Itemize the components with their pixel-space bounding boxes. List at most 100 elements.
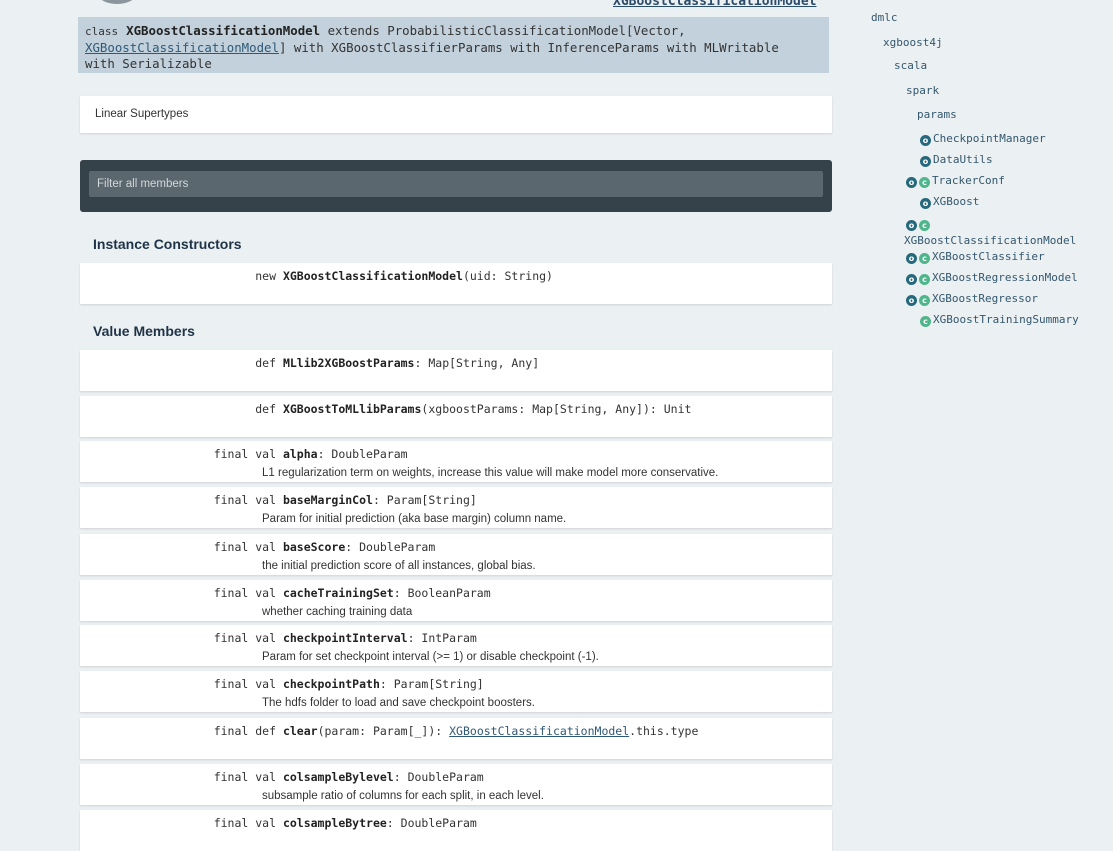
member-name[interactable]: checkpointPath bbox=[283, 677, 380, 691]
sidebar-entry[interactable]: o c TrackerConf bbox=[906, 174, 1005, 188]
member-name[interactable]: XGBoostClassificationModel bbox=[283, 269, 463, 283]
sidebar-entry[interactable]: c XGBoostTrainingSummary bbox=[920, 313, 1079, 327]
object-badge-icon[interactable]: o bbox=[920, 198, 931, 209]
member-type-link[interactable]: XGBoostClassificationModel bbox=[449, 724, 629, 738]
sidebar-entry-label[interactable]: CheckpointManager bbox=[933, 132, 1046, 145]
signature-serializable: with Serializable bbox=[85, 56, 212, 71]
class-badge-icon[interactable]: c bbox=[919, 220, 930, 231]
instance-constructors-heading: Instance Constructors bbox=[93, 236, 242, 252]
member-name[interactable]: cacheTrainingSet bbox=[283, 586, 394, 600]
member-card[interactable]: final val colsampleBytree: DoubleParam bbox=[80, 810, 832, 851]
member-modifiers: final val bbox=[213, 447, 276, 461]
sidebar-package-scala[interactable]: scala bbox=[894, 59, 927, 72]
member-modifiers: final val bbox=[213, 493, 276, 507]
header-logo bbox=[96, 0, 138, 4]
member-name[interactable]: checkpointInterval bbox=[283, 631, 408, 645]
member-name[interactable]: baseScore bbox=[283, 540, 345, 554]
page-title-link[interactable]: XGBoostClassificationModel bbox=[613, 0, 817, 9]
member-signature: final val colsampleBylevel: DoubleParam bbox=[100, 770, 484, 784]
sidebar-entry-label[interactable]: XGBoostClassifier bbox=[932, 250, 1045, 263]
member-card[interactable]: final val cacheTrainingSet: BooleanParam… bbox=[80, 580, 832, 621]
member-card[interactable]: final val checkpointPath: Param[String] T… bbox=[80, 671, 832, 712]
member-description: Param for initial prediction (aka base m… bbox=[262, 513, 567, 525]
sidebar-entry-label[interactable]: XGBoostRegressor bbox=[932, 292, 1038, 305]
sidebar-package-spark[interactable]: spark bbox=[906, 84, 939, 97]
sidebar-entry-label[interactable]: TrackerConf bbox=[932, 174, 1005, 187]
member-name[interactable]: MLlib2XGBoostParams bbox=[283, 356, 415, 370]
member-name[interactable]: colsampleBytree bbox=[283, 816, 387, 830]
sidebar-package-dmlc[interactable]: dmlc bbox=[871, 11, 898, 24]
member-type-signature: : IntParam bbox=[407, 631, 477, 645]
constructor-card[interactable]: new XGBoostClassificationModel(uid: Stri… bbox=[80, 263, 832, 304]
member-type-signature: : DoubleParam bbox=[345, 540, 436, 554]
member-signature: final val baseMarginCol: Param[String] bbox=[100, 493, 477, 507]
member-card[interactable]: final val alpha: DoubleParam L1 regulariz… bbox=[80, 441, 832, 482]
sidebar-entry[interactable]: o XGBoost bbox=[920, 195, 979, 209]
class-badge-icon[interactable]: c bbox=[919, 274, 930, 285]
member-description: The hdfs folder to load and save checkpo… bbox=[262, 697, 535, 709]
member-card[interactable]: def MLlib2XGBoostParams: Map[String, Any… bbox=[80, 350, 832, 391]
member-signature: new XGBoostClassificationModel(uid: Stri… bbox=[100, 269, 553, 283]
member-signature-params: (param: Param[_]): bbox=[317, 724, 450, 738]
value-members-heading: Value Members bbox=[93, 323, 195, 339]
member-card[interactable]: final val baseMarginCol: Param[String] Pa… bbox=[80, 487, 832, 528]
member-type-signature: : BooleanParam bbox=[393, 586, 491, 600]
member-card[interactable]: def XGBoostToMLlibParams(xgboostParams: … bbox=[80, 396, 832, 437]
object-badge-icon[interactable]: o bbox=[906, 274, 917, 285]
object-badge-icon[interactable]: o bbox=[906, 220, 917, 231]
member-signature: final val baseScore: DoubleParam bbox=[100, 540, 436, 554]
object-badge-icon[interactable]: o bbox=[906, 177, 917, 188]
signature-mixins: ] with XGBoostClassifierParams with Infe… bbox=[278, 40, 779, 55]
member-card[interactable]: final val checkpointInterval: IntParam Pa… bbox=[80, 625, 832, 666]
member-description: subsample ratio of columns for each spli… bbox=[262, 790, 544, 802]
linear-supertypes-toggle[interactable]: Linear Supertypes bbox=[80, 96, 832, 133]
sidebar-entry-label[interactable]: DataUtils bbox=[933, 153, 993, 166]
member-card[interactable]: final val colsampleBylevel: DoubleParam s… bbox=[80, 764, 832, 805]
class-badge-icon[interactable]: c bbox=[919, 177, 930, 188]
member-description: the initial prediction score of all inst… bbox=[262, 560, 536, 572]
sidebar-entry[interactable]: o c XGBoostRegressor bbox=[906, 292, 1038, 306]
member-name[interactable]: baseMarginCol bbox=[283, 493, 373, 507]
sidebar-package-params[interactable]: params bbox=[917, 108, 957, 121]
sidebar-entry[interactable]: o c XGBoostRegressionModel bbox=[906, 271, 1078, 285]
member-modifiers: final val bbox=[213, 770, 276, 784]
sidebar-entry[interactable]: o c XGBoostClassificationModel bbox=[904, 217, 1076, 247]
sidebar-entry[interactable]: o DataUtils bbox=[920, 153, 993, 167]
sidebar-entry-label[interactable]: XGBoostTrainingSummary bbox=[933, 313, 1079, 326]
object-badge-icon[interactable]: o bbox=[920, 135, 931, 146]
member-name[interactable]: XGBoostToMLlibParams bbox=[283, 402, 421, 416]
sidebar-entry[interactable]: o c XGBoostClassifier bbox=[906, 250, 1045, 264]
member-signature: def MLlib2XGBoostParams: Map[String, Any… bbox=[100, 356, 539, 370]
member-type-signature: : Param[String] bbox=[379, 677, 484, 691]
sidebar-entry-label[interactable]: XGBoostRegressionModel bbox=[932, 271, 1078, 284]
sidebar-entry-label[interactable]: XGBoostClassificationModel bbox=[904, 234, 1076, 247]
member-card[interactable]: final val baseScore: DoubleParam the init… bbox=[80, 534, 832, 575]
sidebar-entry-label[interactable]: XGBoost bbox=[933, 195, 979, 208]
member-name[interactable]: colsampleBylevel bbox=[283, 770, 394, 784]
object-badge-icon[interactable]: o bbox=[920, 156, 931, 167]
member-signature: final def clear(param: Param[_]): XGBoos… bbox=[100, 724, 699, 738]
filter-members-input[interactable] bbox=[89, 171, 823, 197]
class-badge-icon[interactable]: c bbox=[919, 295, 930, 306]
sidebar-entry[interactable]: o CheckpointManager bbox=[920, 132, 1046, 146]
member-description: L1 regularization term on weights, incre… bbox=[262, 467, 719, 479]
member-name[interactable]: alpha bbox=[283, 447, 318, 461]
member-description: whether caching training data bbox=[262, 606, 413, 618]
member-description: Param for set checkpoint interval (>= 1)… bbox=[262, 651, 599, 663]
member-name[interactable]: clear bbox=[283, 724, 318, 738]
member-signature: final val colsampleBytree: DoubleParam bbox=[100, 816, 477, 830]
class-badge-icon[interactable]: c bbox=[920, 316, 931, 327]
member-modifiers: final val bbox=[213, 816, 276, 830]
object-badge-icon[interactable]: o bbox=[906, 295, 917, 306]
sidebar-package-xgboost4j[interactable]: xgboost4j bbox=[883, 36, 943, 49]
member-type-signature: : Map[String, Any] bbox=[414, 356, 540, 370]
member-card[interactable]: final def clear(param: Param[_]): XGBoos… bbox=[80, 718, 832, 759]
signature-extends: extends ProbabilisticClassificationModel… bbox=[327, 23, 686, 38]
filter-bar bbox=[80, 160, 832, 212]
signature-self-link[interactable]: XGBoostClassificationModel bbox=[85, 40, 279, 55]
class-badge-icon[interactable]: c bbox=[919, 253, 930, 264]
member-type-signature: (xgboostParams: Map[String, Any]): Unit bbox=[421, 402, 692, 416]
member-modifiers: final val bbox=[213, 631, 276, 645]
object-badge-icon[interactable]: o bbox=[906, 253, 917, 264]
member-type-signature: (uid: String) bbox=[462, 269, 553, 283]
